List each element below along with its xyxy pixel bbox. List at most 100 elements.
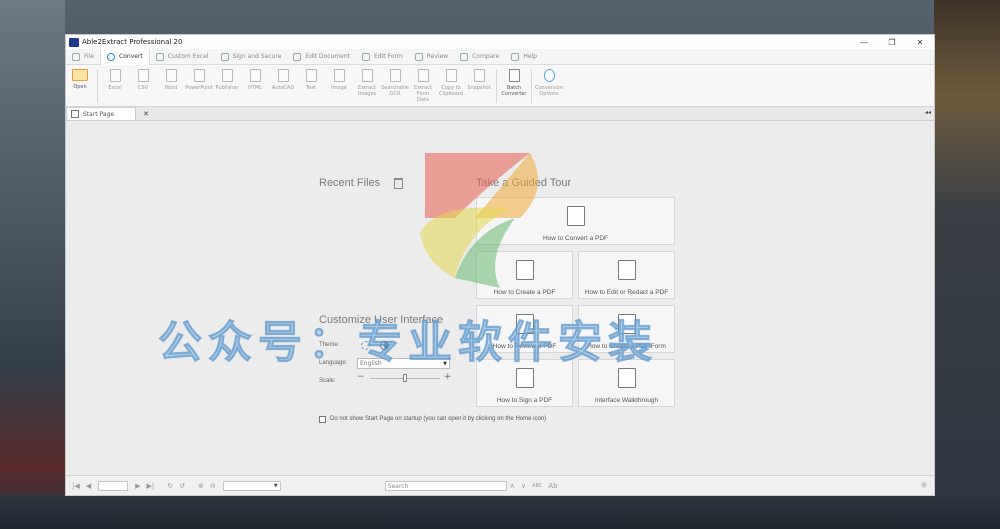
tab-start-page[interactable]: Start Page ✕ (66, 107, 149, 120)
tour-card-label: How to Sign a PDF (496, 397, 553, 404)
excel-button[interactable]: Excel (102, 69, 128, 91)
tab-start-page-label: Start Page (83, 110, 115, 118)
tab-close-icon[interactable]: ✕ (143, 110, 149, 118)
window-title: Able2Extract Professional 20 (82, 38, 183, 46)
ribbon-separator (97, 69, 98, 103)
extract-images-button[interactable]: Extract Images (354, 69, 380, 97)
snapshot-button[interactable]: Snapshot (466, 69, 492, 91)
startup-checkbox[interactable] (319, 416, 326, 423)
html-icon (249, 69, 261, 82)
menu-file-label: File (84, 53, 95, 60)
overlay-watermark-text: 公众号：专业软件安装 (158, 317, 658, 369)
batch-icon (508, 69, 520, 82)
rotate-cw-button[interactable]: ↻ (167, 482, 173, 490)
extract-form-data-button[interactable]: Extract Form Data (410, 69, 436, 103)
maximize-button[interactable]: ❐ (878, 35, 906, 49)
word-button[interactable]: Word (158, 69, 184, 91)
first-page-button[interactable]: |◀ (72, 482, 80, 490)
menu-sign-secure-label: Sign and Secure (232, 53, 282, 60)
word-icon (165, 69, 177, 82)
tour-card-label: How to Create a PDF (493, 289, 556, 296)
image-button[interactable]: Image (326, 69, 352, 91)
convert-pdf-icon (566, 206, 585, 226)
text-icon (305, 69, 317, 82)
interface-window-icon (617, 368, 636, 388)
menu-review-label: Review (426, 53, 449, 60)
extract-form-data-label: Extract Form Data (414, 85, 432, 103)
tour-card-label: Interface Walkthrough (594, 397, 659, 404)
search-input[interactable]: Search (384, 480, 507, 491)
publisher-button[interactable]: Publisher (214, 69, 240, 91)
ribbon-separator (531, 69, 532, 103)
excel-icon (109, 69, 121, 82)
startup-checkbox-label: Do not show Start Page on startup (you c… (330, 416, 547, 422)
conversion-options-button[interactable]: Conversion Options (535, 69, 563, 97)
menu-review[interactable]: Review (409, 49, 454, 65)
menu-edit-document[interactable]: Edit Document (287, 49, 356, 65)
page-number-input[interactable] (98, 480, 129, 491)
tour-card-edit-redact[interactable]: How to Edit or Redact a PDF (578, 251, 675, 299)
menu-sign-secure[interactable]: Sign and Secure (215, 49, 288, 65)
batch-converter-label: Batch Converter (501, 85, 527, 97)
search-prev-button[interactable]: ∧ (510, 482, 515, 490)
menu-convert[interactable]: Convert (100, 48, 150, 65)
next-page-button[interactable]: ▶ (135, 482, 140, 490)
menu-file[interactable]: File (66, 49, 100, 65)
match-case-button[interactable]: ABC (532, 483, 542, 489)
batch-converter-button[interactable]: Batch Converter (501, 69, 527, 97)
convert-icon (107, 52, 116, 61)
chevron-down-icon: ▼ (273, 482, 278, 489)
zoom-out-button[interactable]: ⊖ (210, 482, 216, 490)
word-label: Word (164, 85, 178, 91)
menu-edit-form[interactable]: Edit Form (356, 49, 409, 65)
powerpoint-icon (193, 69, 205, 82)
image-icon (333, 69, 345, 82)
zoom-in-button[interactable]: ⊕ (198, 482, 204, 490)
snapshot-label: Snapshot (467, 85, 491, 91)
scale-increase-button[interactable]: + (444, 372, 452, 382)
collapse-panel-icon[interactable]: ◂◂ (925, 109, 931, 116)
title-bar: Able2Extract Professional 20 — ❐ ✕ (66, 35, 934, 49)
help-icon (511, 52, 520, 61)
desktop-wallpaper-right (934, 0, 1000, 529)
powerpoint-button[interactable]: PowerPoint (185, 69, 213, 91)
searchable-ocr-button[interactable]: Searchable OCR (381, 69, 409, 97)
app-logo-icon (69, 37, 79, 47)
last-page-button[interactable]: ▶| (147, 482, 155, 490)
html-label: HTML (248, 85, 262, 91)
scale-slider-thumb[interactable] (403, 374, 407, 382)
text-button[interactable]: Text (298, 69, 324, 91)
menu-convert-label: Convert (119, 53, 143, 60)
trash-icon[interactable] (394, 178, 403, 189)
menu-custom-excel[interactable]: Custom Excel (150, 49, 215, 65)
copy-clipboard-button[interactable]: Copy to Clipboard (438, 69, 464, 97)
settings-gear-icon[interactable]: ☼ (920, 481, 928, 491)
ribbon-separator (496, 69, 497, 103)
prev-page-button[interactable]: ◀ (86, 482, 91, 490)
publisher-icon (221, 69, 233, 82)
image-label: Image (331, 85, 347, 91)
scale-decrease-button[interactable]: − (357, 372, 365, 382)
minimize-button[interactable]: — (850, 35, 878, 49)
pen-icon (220, 52, 229, 61)
ocr-icon (389, 69, 401, 82)
search-next-button[interactable]: ∨ (521, 482, 526, 490)
open-button[interactable]: Open (67, 69, 93, 90)
rotate-ccw-button[interactable]: ↺ (179, 482, 185, 490)
autocad-label: AutoCAD (271, 85, 295, 91)
whole-word-button[interactable]: Ab (548, 482, 557, 490)
html-button[interactable]: HTML (242, 69, 268, 91)
extract-images-label: Extract Images (357, 85, 377, 97)
powerpoint-label: PowerPoint (185, 85, 213, 91)
gear-icon (543, 69, 555, 82)
extract-images-icon (361, 69, 373, 82)
menu-help[interactable]: Help (505, 49, 543, 65)
clipboard-icon (445, 69, 457, 82)
close-button[interactable]: ✕ (906, 35, 934, 49)
autocad-button[interactable]: AutoCAD (270, 69, 296, 91)
csv-button[interactable]: CSV (130, 69, 156, 91)
zoom-select[interactable]: ▼ (222, 480, 281, 491)
menu-compare[interactable]: Compare (454, 49, 505, 65)
menu-custom-excel-label: Custom Excel (167, 53, 209, 60)
autocad-icon (277, 69, 289, 82)
